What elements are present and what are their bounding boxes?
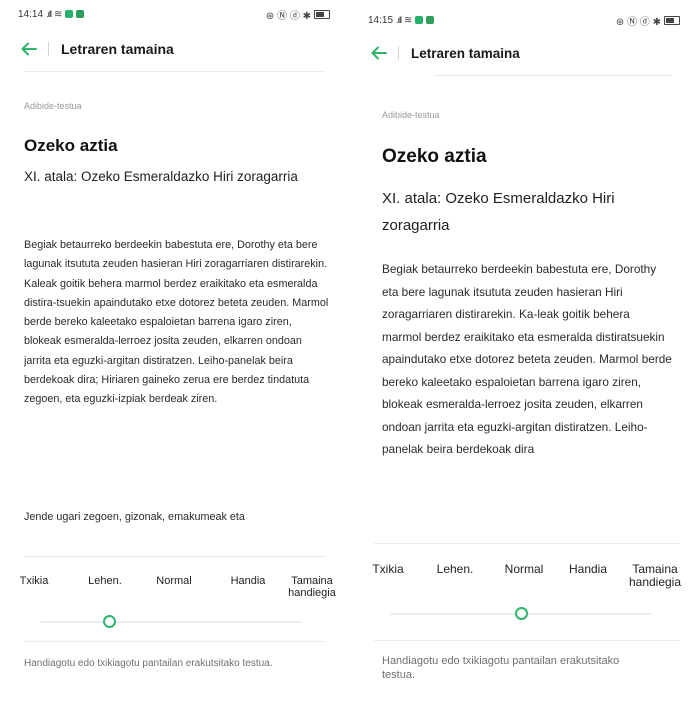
wifi-icon: ≋ — [54, 8, 63, 20]
screen-small-text: 14:14 .ıll ≋ ⊛ Ⓝ ⓓ ✱ Letraren tamaina Ad… — [10, 0, 340, 711]
message-notification-icon — [426, 16, 435, 24]
app-notification-icon — [415, 16, 424, 24]
header-divider — [24, 71, 326, 72]
back-button[interactable] — [18, 38, 40, 60]
message-notification-icon — [76, 10, 85, 18]
status-icons: ⊛ Ⓝ ⓓ ✱ — [615, 16, 661, 28]
size-option-normal[interactable]: Normal — [152, 575, 196, 588]
battery-icon — [314, 9, 330, 19]
header-divider — [434, 75, 672, 76]
sample-body-continued: Jende ugari zegoen, gizonak, emakumeak e… — [24, 511, 245, 523]
sample-body: Begiak betaurreko berdeekin babestuta er… — [24, 239, 329, 406]
size-option-large[interactable]: Handia — [228, 575, 268, 588]
signal-icon: .ıll — [396, 15, 402, 25]
section-label: Adibide-testua — [382, 110, 440, 120]
status-time: 14:15 — [368, 14, 394, 26]
appbar-divider — [48, 42, 49, 56]
arrow-left-icon — [21, 42, 37, 56]
page-title: Letraren tamaina — [61, 41, 174, 57]
size-slider-thumb[interactable] — [103, 615, 116, 628]
slider-divider — [24, 641, 326, 642]
size-slider-thumb[interactable] — [515, 607, 528, 620]
preview-divider — [24, 556, 326, 557]
app-notification-icon — [65, 10, 74, 18]
arrow-left-icon — [371, 46, 387, 60]
size-option-large[interactable]: Handia — [563, 563, 613, 576]
sample-chapter: XI. atala: Ozeko Esmeraldazko Hiri zorag… — [382, 190, 615, 234]
wifi-icon: ≋ — [404, 14, 413, 26]
footer-description: Handiagotu edo txikiagotu pantailan erak… — [24, 658, 273, 669]
appbar-divider — [398, 46, 399, 60]
preview-divider — [374, 543, 680, 544]
status-bar: 14:14 .ıll ≋ ⊛ Ⓝ ⓓ ✱ — [18, 6, 330, 22]
footer-description: Handiagotu edo txikiagotu pantailan erak… — [382, 655, 620, 681]
sample-title: Ozeko aztia — [382, 146, 487, 167]
size-option-normal[interactable]: Normal — [498, 563, 550, 576]
app-bar: Letraren tamaina — [18, 34, 330, 64]
battery-icon — [664, 15, 680, 25]
size-option-largest[interactable]: Tamaina handiegia — [622, 563, 688, 588]
size-option-small[interactable]: Txikia — [16, 575, 52, 588]
app-bar: Letraren tamaina — [368, 38, 680, 68]
size-option-small[interactable]: Txikia — [368, 563, 408, 576]
size-option-smaller[interactable]: Lehen. — [85, 575, 125, 588]
sample-body: Begiak betaurreko berdeekin babestuta er… — [382, 262, 672, 456]
size-option-largest[interactable]: Tamaina handiegia — [284, 575, 340, 599]
status-bar: 14:15 .ıll ≋ ⊛ Ⓝ ⓓ ✱ — [368, 12, 680, 28]
size-slider-track[interactable] — [40, 621, 302, 623]
page-title: Letraren tamaina — [411, 45, 520, 61]
sample-chapter: XI. atala: Ozeko Esmeraldazko Hiri zorag… — [24, 169, 298, 184]
status-time: 14:14 — [18, 8, 44, 20]
section-label: Adibide-testua — [24, 101, 82, 111]
signal-icon: .ıll — [46, 9, 52, 19]
slider-divider — [374, 640, 680, 641]
sample-title: Ozeko aztia — [24, 136, 118, 155]
status-icons: ⊛ Ⓝ ⓓ ✱ — [265, 10, 311, 22]
screen-normal-text: 14:15 .ıll ≋ ⊛ Ⓝ ⓓ ✱ Letraren tamaina Ad… — [360, 0, 690, 711]
size-option-smaller[interactable]: Lehen. — [432, 563, 478, 576]
back-button[interactable] — [368, 42, 390, 64]
